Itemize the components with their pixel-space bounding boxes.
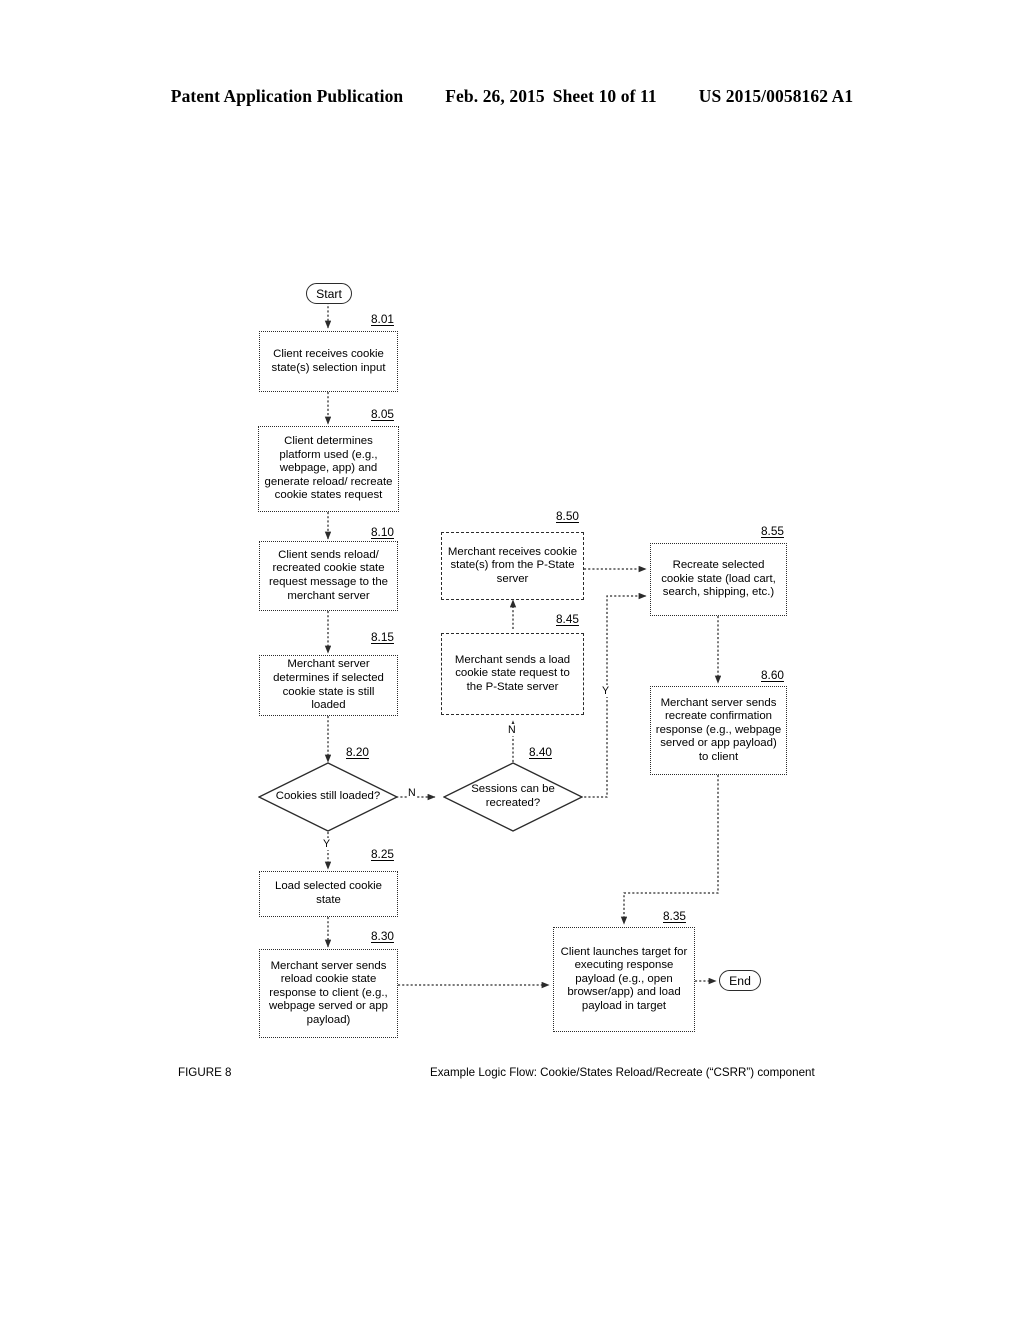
- ref-numeral-835: 8.35: [663, 909, 686, 923]
- figure-8-flowchart: Start 8.01 Client receives cookie state(…: [0, 0, 1024, 1320]
- ref-numeral-801: 8.01: [371, 312, 394, 326]
- step-855-text: Recreate selected cookie state (load car…: [661, 559, 776, 599]
- decision-840-shape: [443, 762, 583, 832]
- step-850-text: Merchant receives cookie state(s) from t…: [447, 545, 578, 585]
- step-850-merchant-receives-cookie-states: Merchant receives cookie state(s) from t…: [441, 532, 584, 600]
- step-810-text: Client sends reload/ recreated cookie st…: [268, 548, 389, 602]
- ref-numeral-810: 8.10: [371, 525, 394, 539]
- step-810-client-sends-request: Client sends reload/ recreated cookie st…: [259, 541, 398, 611]
- ref-numeral-825: 8.25: [371, 847, 394, 861]
- step-805-text: Client determines platform used (e.g., w…: [264, 435, 393, 502]
- ref-numeral-845: 8.45: [556, 612, 579, 626]
- step-830-text: Merchant server sends reload cookie stat…: [268, 959, 389, 1026]
- step-825-text: Load selected cookie state: [274, 880, 383, 906]
- ref-numeral-850: 8.50: [556, 509, 579, 523]
- step-855-recreate-selected-cookie-state: Recreate selected cookie state (load car…: [650, 543, 787, 616]
- ref-numeral-805: 8.05: [371, 407, 394, 421]
- branch-label-840-yes: Y: [601, 685, 611, 697]
- step-801-client-receives-selection: Client receives cookie state(s) selectio…: [259, 331, 398, 392]
- step-860-merchant-sends-recreate-confirmation: Merchant server sends recreate confirmat…: [650, 686, 787, 775]
- ref-numeral-820: 8.20: [346, 745, 369, 759]
- step-845-merchant-sends-load-request: Merchant sends a load cookie state reque…: [441, 633, 584, 715]
- ref-numeral-855: 8.55: [761, 524, 784, 538]
- ref-numeral-840: 8.40: [529, 745, 552, 759]
- start-label: Start: [316, 286, 342, 301]
- ref-numeral-815: 8.15: [371, 630, 394, 644]
- branch-label-840-no: N: [507, 724, 517, 736]
- decision-820-cookies-still-loaded: Cookies still loaded?: [258, 762, 398, 832]
- step-830-merchant-sends-reload-response: Merchant server sends reload cookie stat…: [259, 949, 398, 1038]
- step-815-text: Merchant server determines if selected c…: [273, 658, 384, 712]
- step-835-client-launches-target: Client launches target for executing res…: [553, 927, 695, 1032]
- step-825-load-selected-cookie-state: Load selected cookie state: [259, 871, 398, 917]
- patent-page: Patent Application Publication Feb. 26, …: [0, 0, 1024, 1320]
- step-835-text: Client launches target for executing res…: [560, 945, 688, 1012]
- decision-820-shape: [258, 762, 398, 832]
- figure-label: FIGURE 8: [178, 1066, 232, 1079]
- step-845-text: Merchant sends a load cookie state reque…: [454, 653, 571, 693]
- end-terminator: End: [719, 970, 761, 991]
- branch-label-820-yes: Y: [322, 838, 332, 850]
- end-label: End: [729, 973, 751, 988]
- step-860-text: Merchant server sends recreate confirmat…: [655, 696, 782, 763]
- start-terminator: Start: [306, 283, 352, 304]
- step-801-text: Client receives cookie state(s) selectio…: [271, 347, 386, 374]
- branch-label-820-no: N: [407, 787, 417, 799]
- step-815-merchant-determines-loaded: Merchant server determines if selected c…: [259, 655, 398, 716]
- ref-numeral-860: 8.60: [761, 668, 784, 682]
- step-805-client-determines-platform: Client determines platform used (e.g., w…: [258, 426, 399, 512]
- ref-numeral-830: 8.30: [371, 929, 394, 943]
- decision-840-sessions-can-be-recreated: Sessions can be recreated?: [443, 762, 583, 832]
- figure-caption: Example Logic Flow: Cookie/States Reload…: [430, 1066, 815, 1079]
